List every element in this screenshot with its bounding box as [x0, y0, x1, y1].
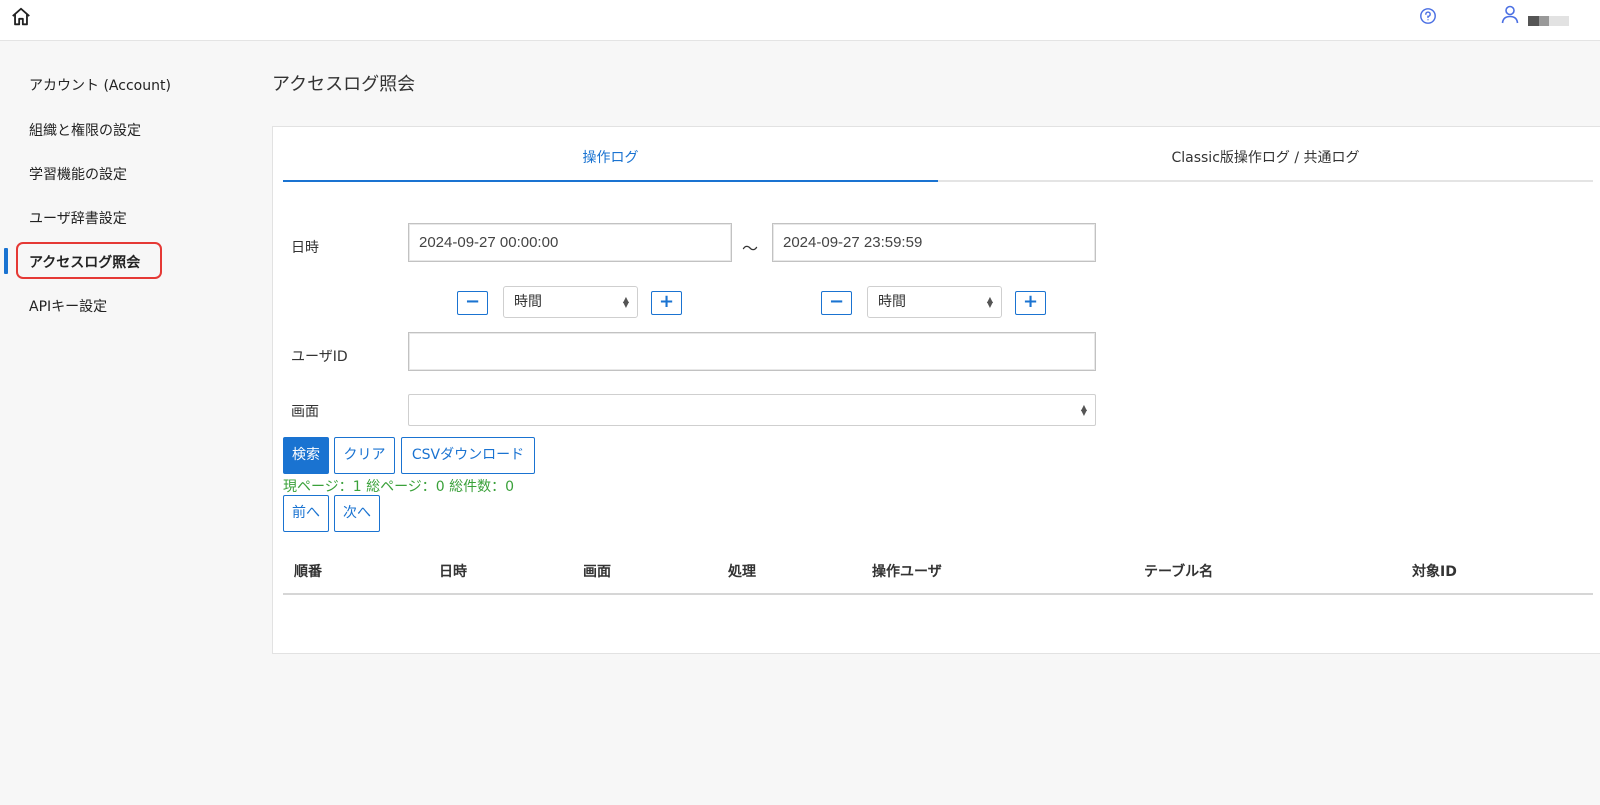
- datetime-label: 日時: [291, 240, 319, 256]
- column-header-target-id: 対象ID: [1412, 564, 1457, 580]
- sidebar-active-indicator: [4, 248, 8, 274]
- column-header-datetime: 日時: [439, 564, 467, 580]
- column-header-operation: 処理: [728, 564, 756, 580]
- table-header-divider: [283, 593, 1593, 595]
- userid-label: ユーザID: [291, 349, 348, 365]
- top-bar: [0, 0, 1600, 41]
- select-arrows-icon: ▲ ▼: [622, 295, 629, 309]
- datetime-to-value: 2024-09-27 23:59:59: [783, 234, 923, 251]
- tab-classic-common-log[interactable]: Classic版操作ログ / 共通ログ: [938, 149, 1593, 182]
- sidebar-item-org-permissions[interactable]: 組織と権限の設定: [29, 120, 141, 140]
- screen-select[interactable]: ▲ ▼: [408, 394, 1096, 426]
- select-arrows-icon: ▲ ▼: [986, 295, 993, 309]
- pager-info: 現ページ：1 総ページ：0 総件数：0: [283, 479, 515, 495]
- column-header-operator: 操作ユーザ: [872, 564, 942, 580]
- home-icon[interactable]: [10, 6, 32, 28]
- csv-download-button[interactable]: CSVダウンロード: [401, 437, 535, 474]
- tab-bar: 操作ログ Classic版操作ログ / 共通ログ: [283, 149, 1593, 182]
- user-name-redacted[interactable]: [1528, 16, 1584, 26]
- from-unit-value: 時間: [514, 294, 542, 310]
- range-separator: ～: [742, 239, 759, 258]
- screen-label: 画面: [291, 404, 319, 420]
- to-unit-select[interactable]: 時間 ▲ ▼: [867, 286, 1002, 318]
- datetime-to-input[interactable]: 2024-09-27 23:59:59: [772, 223, 1096, 262]
- from-increment-button[interactable]: +: [651, 291, 682, 315]
- datetime-from-input[interactable]: 2024-09-27 00:00:00: [408, 223, 732, 262]
- to-increment-button[interactable]: +: [1015, 291, 1046, 315]
- to-unit-value: 時間: [878, 294, 906, 310]
- userid-input[interactable]: [408, 332, 1096, 371]
- to-decrement-button[interactable]: −: [821, 291, 852, 315]
- user-icon[interactable]: [1500, 4, 1520, 24]
- select-arrows-icon: ▲ ▼: [1080, 403, 1087, 417]
- prev-page-button[interactable]: 前へ: [283, 495, 329, 532]
- next-page-button[interactable]: 次へ: [334, 495, 380, 532]
- datetime-from-value: 2024-09-27 00:00:00: [419, 234, 559, 251]
- content-panel: 操作ログ Classic版操作ログ / 共通ログ 日時 2024-09-27 0…: [272, 126, 1600, 654]
- sidebar-item-api-key[interactable]: APIキー設定: [29, 296, 107, 316]
- from-decrement-button[interactable]: −: [457, 291, 488, 315]
- sidebar: アカウント (Account) 組織と権限の設定 学習機能の設定 ユーザ辞書設定…: [0, 41, 260, 805]
- sidebar-item-account[interactable]: アカウント (Account): [29, 75, 171, 95]
- help-circle-icon[interactable]: [1419, 7, 1437, 25]
- from-unit-select[interactable]: 時間 ▲ ▼: [503, 286, 638, 318]
- search-button[interactable]: 検索: [283, 437, 329, 474]
- tab-operation-log[interactable]: 操作ログ: [283, 149, 938, 182]
- column-header-order: 順番: [294, 564, 322, 580]
- clear-button[interactable]: クリア: [334, 437, 395, 474]
- page-title: アクセスログ照会: [272, 74, 416, 95]
- sidebar-item-learning[interactable]: 学習機能の設定: [29, 164, 127, 184]
- sidebar-item-user-dictionary[interactable]: ユーザ辞書設定: [29, 208, 127, 228]
- sidebar-item-access-log[interactable]: アクセスログ照会: [29, 252, 140, 272]
- column-header-table-name: テーブル名: [1144, 564, 1214, 580]
- column-header-screen: 画面: [583, 564, 611, 580]
